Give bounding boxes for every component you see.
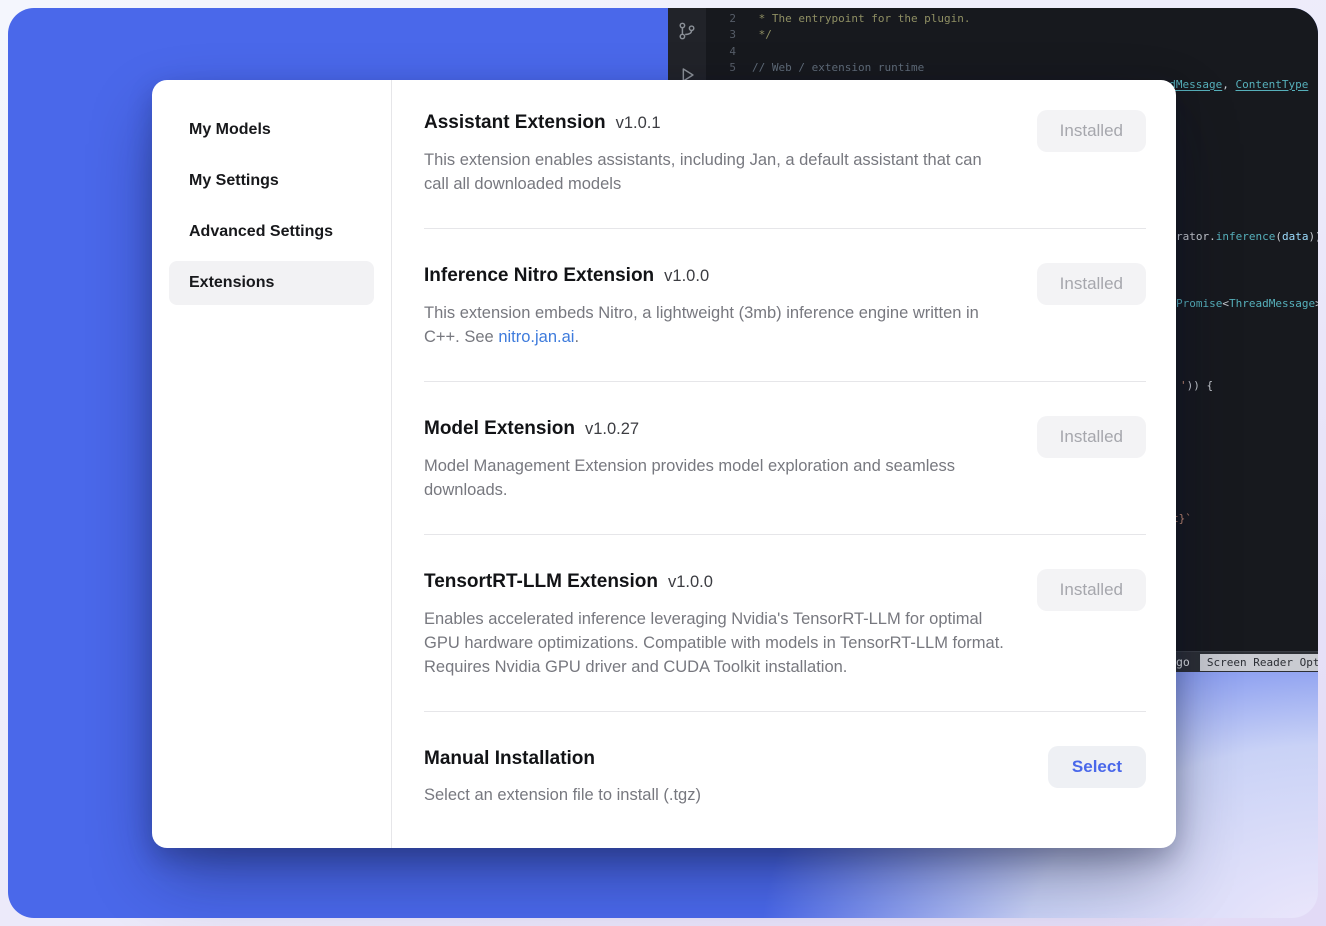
status-file-label: go: [1176, 655, 1190, 669]
installed-button[interactable]: Installed: [1037, 110, 1146, 152]
extension-section-manual-installation: Manual Installation Select an extension f…: [424, 712, 1146, 807]
code-fragment: Promise<ThreadMessage>: [1176, 297, 1318, 310]
extension-description: This extension enables assistants, inclu…: [424, 148, 1009, 196]
extension-info: Assistant Extension v1.0.1 This extension …: [424, 110, 1009, 196]
sidebar-item-my-models[interactable]: My Models: [169, 108, 374, 152]
extension-title: Assistant Extension: [424, 112, 606, 133]
extension-section-inference-nitro-extension: Inference Nitro Extension v1.0.0 This exte…: [424, 229, 1146, 382]
sidebar-nav: My Models My Settings Advanced Settings Ext…: [152, 80, 392, 848]
screen-reader-badge: Screen Reader Optimized: [1200, 654, 1318, 671]
extension-description: Enables accelerated inference leveraging…: [424, 607, 1009, 679]
source-control-icon[interactable]: [676, 20, 698, 42]
settings-modal: My Models My Settings Advanced Settings Ext…: [152, 80, 1176, 848]
extension-version: v1.0.1: [616, 114, 661, 132]
extension-description: This extension embeds Nitro, a lightweig…: [424, 301, 1009, 349]
extension-info: Model Extension v1.0.27 Model Management E…: [424, 416, 1009, 502]
select-button[interactable]: Select: [1048, 746, 1146, 788]
extension-heading: Inference Nitro Extension v1.0.0: [424, 263, 1009, 289]
extension-description: Select an extension file to install (.tg…: [424, 783, 701, 807]
page-background: 2 * The entrypoint for the plugin.3 */4 5…: [0, 0, 1326, 926]
code-line: 5// Web / extension runtime: [706, 60, 1318, 77]
extension-description: Model Management Extension provides mode…: [424, 454, 1009, 502]
installed-button[interactable]: Installed: [1037, 569, 1146, 611]
sidebar-item-extensions[interactable]: Extensions: [169, 261, 374, 305]
code-fragment: ')) {: [1180, 379, 1213, 392]
installed-button[interactable]: Installed: [1037, 263, 1146, 305]
extension-section-model-extension: Model Extension v1.0.27 Model Management E…: [424, 382, 1146, 535]
extension-version: v1.0.0: [664, 267, 709, 285]
code-line: 2 * The entrypoint for the plugin.: [706, 10, 1318, 27]
extension-heading: Assistant Extension v1.0.1: [424, 110, 1009, 136]
extension-info: Inference Nitro Extension v1.0.0 This exte…: [424, 263, 1009, 349]
extension-heading: TensortRT-LLM Extension v1.0.0: [424, 569, 1009, 595]
sidebar-item-advanced-settings[interactable]: Advanced Settings: [169, 210, 374, 254]
code-line: 3 */: [706, 27, 1318, 44]
extension-heading: Model Extension v1.0.27: [424, 416, 1009, 442]
extension-info: TensortRT-LLM Extension v1.0.0 Enables acc…: [424, 569, 1009, 679]
line-number: 4: [706, 45, 736, 58]
extension-heading: Manual Installation: [424, 746, 701, 771]
extension-title: Manual Installation: [424, 748, 595, 769]
line-number: 3: [706, 28, 736, 41]
extension-version: v1.0.27: [585, 420, 639, 438]
extension-title: TensortRT-LLM Extension: [424, 571, 658, 592]
line-number: 5: [706, 61, 736, 74]
extension-title: Inference Nitro Extension: [424, 265, 654, 286]
extension-info: Manual Installation Select an extension f…: [424, 746, 701, 807]
nitro-jan-ai-link[interactable]: nitro.jan.ai: [498, 328, 574, 346]
sidebar-item-my-settings[interactable]: My Settings: [169, 159, 374, 203]
installed-button[interactable]: Installed: [1037, 416, 1146, 458]
code-fragment: rator.inference(data));: [1176, 230, 1318, 243]
extension-section-tensortrt-llm-extension: TensortRT-LLM Extension v1.0.0 Enables acc…: [424, 535, 1146, 712]
code-line: 4: [706, 43, 1318, 60]
extension-title: Model Extension: [424, 418, 575, 439]
extension-version: v1.0.0: [668, 573, 713, 591]
line-number: 2: [706, 12, 736, 25]
extensions-list: Assistant Extension v1.0.1 This extension …: [392, 80, 1176, 848]
extension-section-assistant-extension: Assistant Extension v1.0.1 This extension …: [424, 110, 1146, 229]
